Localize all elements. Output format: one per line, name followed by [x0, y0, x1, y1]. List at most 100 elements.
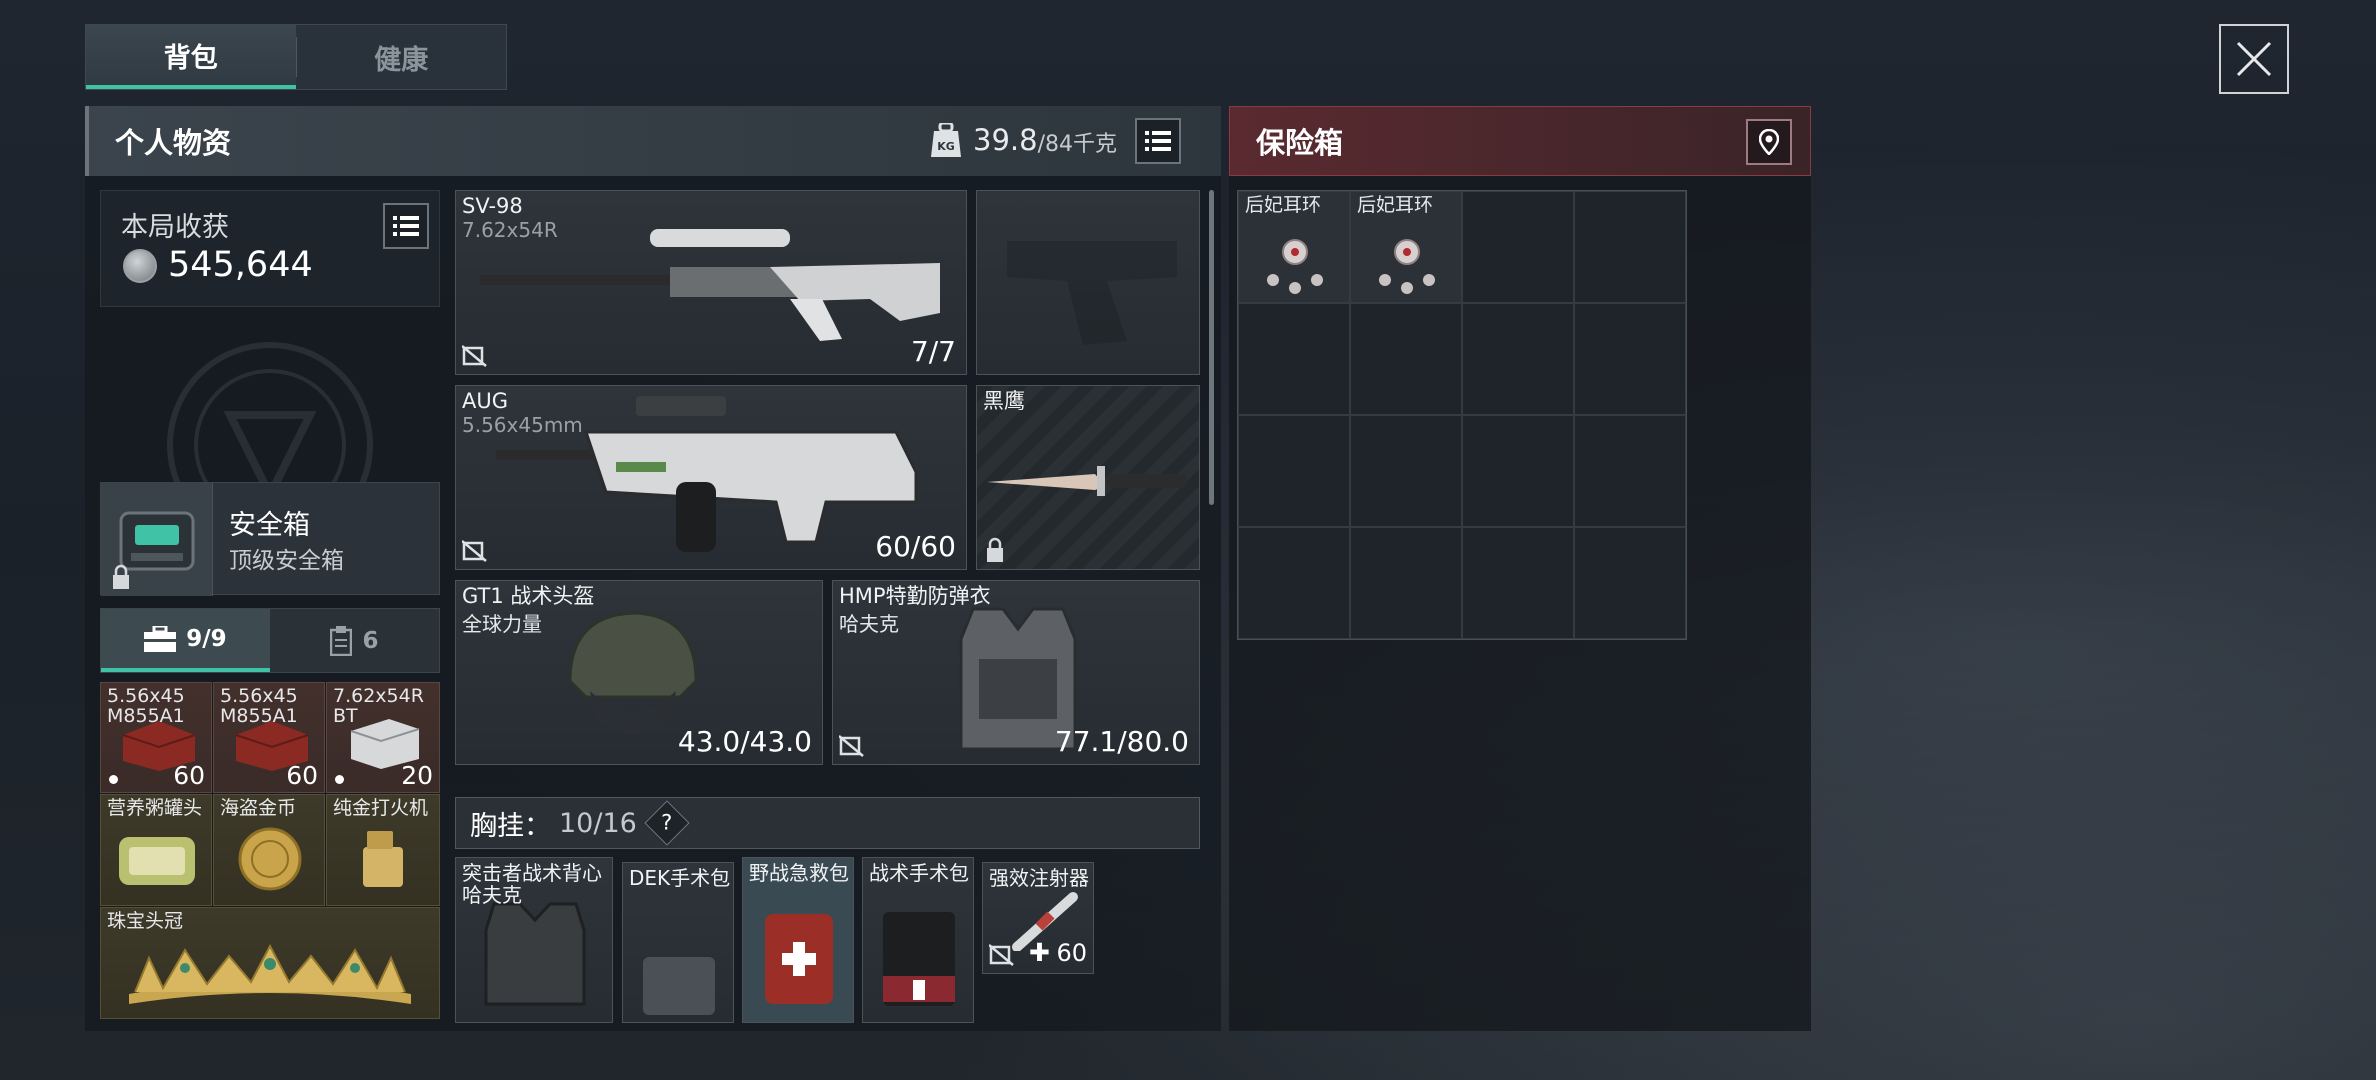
help-button[interactable]: ?: [644, 800, 690, 846]
lighter-icon: [363, 831, 403, 887]
weapon-caliber: 5.56x45mm: [462, 413, 583, 437]
secure-cell-empty[interactable]: [1462, 527, 1574, 639]
weapon-ammo: 7/7: [910, 335, 956, 368]
earring-icon: [1379, 239, 1435, 294]
crown-icon: [129, 943, 411, 1004]
weapon-caliber: 7.62x54R: [462, 218, 558, 242]
safebox-title: 安全箱: [229, 510, 310, 541]
secure-cell-earring-2[interactable]: 后妃耳环: [1350, 191, 1462, 303]
pocket-item-jewel-crown[interactable]: 珠宝头冠: [100, 907, 440, 1019]
no-drop-icon: [839, 735, 864, 757]
secure-cell-earring-1[interactable]: 后妃耳环: [1238, 191, 1350, 303]
pocket-item-porridge-can[interactable]: 营养粥罐头: [100, 794, 212, 906]
tab-health[interactable]: 健康: [297, 25, 507, 89]
tab-backpack[interactable]: 背包: [86, 25, 296, 89]
item-label: 后妃耳环: [1245, 194, 1322, 216]
secure-cell-empty[interactable]: [1462, 191, 1574, 303]
secure-cell-empty[interactable]: [1574, 191, 1686, 303]
helmet-brand: 全球力量: [462, 612, 542, 636]
earnings-title: 本局收获: [121, 212, 229, 243]
toolbox-count: 9/9: [186, 625, 227, 652]
rig-item-surgery-kit[interactable]: 战术手术包: [862, 857, 974, 1023]
item-count: 20: [401, 761, 433, 790]
pocket-item-pirate-coin[interactable]: 海盗金币: [213, 794, 325, 906]
personal-list-button[interactable]: [1135, 118, 1181, 164]
armor-slot[interactable]: HMP特勤防弹衣 哈夫克 77.1/80.0: [832, 580, 1200, 765]
item-count: 60: [173, 761, 205, 790]
item-label: 强效注射器: [989, 866, 1089, 890]
main-tabs: 背包 健康: [85, 24, 507, 90]
close-button[interactable]: [2219, 24, 2289, 94]
armor-name: HMP特勤防弹衣: [839, 584, 991, 608]
secondary-weapon-slot[interactable]: AUG 5.56x45mm 60/60: [455, 385, 967, 570]
no-drop-icon: [989, 944, 1014, 966]
dot-icon: [109, 775, 118, 784]
toolbox-icon: [144, 625, 177, 652]
tab-toolbox[interactable]: 9/9: [101, 609, 270, 672]
weight-display: KG 39.8 /84千克: [931, 122, 1117, 158]
earnings-box: 本局收获 545,644: [100, 190, 440, 307]
item-label: DEK手术包: [629, 866, 731, 890]
svg-text:KG: KG: [937, 140, 955, 153]
knife-icon: [987, 466, 1187, 496]
pocket-item-ammo-3[interactable]: 7.62x54R BT 20: [326, 682, 440, 793]
first-aid-icon: [765, 914, 833, 1004]
secure-cell-empty[interactable]: [1238, 415, 1350, 527]
item-label: 5.56x45 M855A1: [107, 685, 185, 727]
pocket-item-ammo-1[interactable]: 5.56x45 M855A1 60: [100, 682, 212, 793]
secure-cell-empty[interactable]: [1574, 415, 1686, 527]
safebox-slot[interactable]: 安全箱 顶级安全箱: [100, 482, 440, 596]
close-icon: [2236, 41, 2272, 77]
center-scrollbar[interactable]: [1209, 190, 1214, 505]
surgery-kit-icon: [883, 912, 955, 1006]
item-label: 野战急救包: [749, 861, 849, 885]
secure-cell-empty[interactable]: [1462, 415, 1574, 527]
helmet-slot[interactable]: GT1 战术头盔 全球力量 43.0/43.0: [455, 580, 823, 765]
rig-item-injector[interactable]: 强效注射器 ✚ 60: [982, 862, 1094, 974]
helmet-name: GT1 战术头盔: [462, 584, 595, 608]
list-icon: [1145, 131, 1171, 151]
rig-item-dek-kit[interactable]: DEK手术包: [622, 862, 734, 1023]
secure-cell-empty[interactable]: [1238, 527, 1350, 639]
rig-label: 胸挂：: [470, 810, 551, 842]
secure-cell-empty[interactable]: [1350, 527, 1462, 639]
weight-current: 39.8: [973, 123, 1038, 157]
earnings-list-button[interactable]: [383, 203, 429, 249]
pistol-placeholder-icon: [1007, 241, 1177, 345]
item-label: 突击者战术背心 哈夫克: [462, 861, 602, 907]
coin-icon: [123, 249, 157, 283]
earnings-value: 545,644: [168, 245, 313, 285]
armor-durability: 77.1/80.0: [1054, 725, 1189, 758]
tab-clipboard[interactable]: 6: [270, 609, 439, 672]
rig-item-first-aid[interactable]: 野战急救包: [742, 857, 854, 1023]
secure-header: 保险箱: [1229, 106, 1811, 176]
weapon-name: AUG: [462, 389, 509, 413]
pocket-item-gold-lighter[interactable]: 纯金打火机: [326, 794, 440, 906]
primary-weapon-slot[interactable]: SV-98 7.62x54R 7/7: [455, 190, 967, 375]
secure-location-button[interactable]: [1746, 119, 1792, 165]
weapon-name: SV-98: [462, 194, 523, 218]
secure-cell-empty[interactable]: [1350, 303, 1462, 415]
secure-cell-empty[interactable]: [1350, 415, 1462, 527]
no-drop-icon: [462, 540, 487, 562]
earring-icon: [1267, 239, 1323, 294]
secure-cell-empty[interactable]: [1238, 303, 1350, 415]
item-count: 60: [286, 761, 318, 790]
melee-slot[interactable]: 黑鹰: [976, 385, 1200, 570]
item-label: 海盗金币: [220, 797, 297, 819]
pocket-item-ammo-2[interactable]: 5.56x45 M855A1 60: [213, 682, 325, 793]
dot-icon: [335, 775, 344, 784]
pocket-tabs: 9/9 6: [100, 608, 440, 673]
item-label: 纯金打火机: [333, 797, 429, 819]
clipboard-icon: [330, 625, 353, 656]
secure-cell-empty[interactable]: [1574, 527, 1686, 639]
pistol-slot[interactable]: [976, 190, 1200, 375]
rig-count: 10/16: [559, 807, 637, 839]
secure-cell-empty[interactable]: [1574, 303, 1686, 415]
item-label: 珠宝头冠: [107, 910, 184, 932]
secure-cell-empty[interactable]: [1462, 303, 1574, 415]
secure-title: 保险箱: [1256, 126, 1344, 160]
location-pin-icon: [1759, 129, 1779, 155]
safebox-image: [101, 483, 213, 596]
rig-item-vest[interactable]: 突击者战术背心 哈夫克: [455, 857, 613, 1023]
